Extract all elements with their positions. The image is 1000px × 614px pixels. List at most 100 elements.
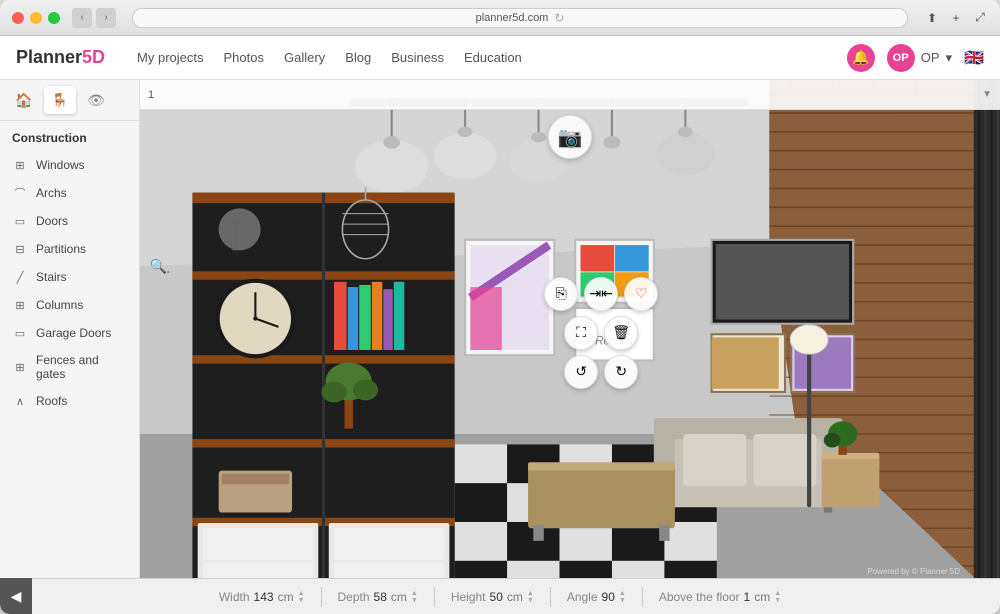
nav-business[interactable]: Business	[391, 50, 444, 65]
browser-nav: ‹ ›	[72, 8, 116, 28]
angle-down-icon[interactable]: ▼	[619, 597, 626, 604]
user-menu-button[interactable]: OP OP ▾	[887, 44, 952, 72]
nav-blog[interactable]: Blog	[345, 50, 371, 65]
divider-1	[321, 587, 322, 607]
sidebar-label-columns: Columns	[36, 298, 83, 312]
above-floor-down-icon[interactable]: ▼	[774, 597, 781, 604]
status-width: Width 143 cm ▲ ▼	[219, 590, 305, 604]
nav-my-projects[interactable]: My projects	[137, 50, 203, 65]
sidebar-item-stairs[interactable]: ╱ Stairs	[0, 263, 139, 291]
reset-button[interactable]: ↺	[564, 355, 598, 389]
width-spinners[interactable]: ▲ ▼	[298, 590, 305, 604]
sidebar-item-roofs[interactable]: ∧ Roofs	[0, 387, 139, 415]
sidebar-tab-home[interactable]: 🏠	[8, 86, 40, 114]
sidebar-item-columns[interactable]: ⊞ Columns	[0, 291, 139, 319]
height-value: 50	[490, 590, 503, 604]
language-flag[interactable]: 🇬🇧	[964, 48, 984, 68]
notification-icon[interactable]: 🔔	[847, 44, 875, 72]
user-chevron-icon: ▾	[946, 50, 953, 66]
forward-button[interactable]: ›	[96, 8, 116, 28]
logo-5d-text: 5D	[82, 47, 105, 68]
maximize-button[interactable]	[48, 12, 60, 24]
above-floor-up-icon[interactable]: ▲	[774, 590, 781, 597]
nav-links: My projects Photos Gallery Blog Business…	[137, 50, 847, 65]
fences-icon: ⊞	[12, 359, 28, 375]
sidebar-label-stairs: Stairs	[36, 270, 67, 284]
width-up-icon[interactable]: ▲	[298, 590, 305, 597]
depth-label: Depth	[338, 590, 370, 604]
delete-button[interactable]: 🗑	[604, 316, 638, 350]
sidebar-tabs: 🏠 🪑 👁	[0, 80, 139, 121]
sidebar-label-garage-doors: Garage Doors	[36, 326, 111, 340]
sidebar-label-doors: Doors	[36, 214, 68, 228]
divider-4	[642, 587, 643, 607]
angle-up-icon[interactable]: ▲	[619, 590, 626, 597]
height-spinners[interactable]: ▲ ▼	[527, 590, 534, 604]
share-icon[interactable]: ⬆	[924, 10, 940, 26]
camera-button[interactable]: 📷	[548, 115, 592, 159]
width-down-icon[interactable]: ▼	[298, 597, 305, 604]
sidebar-item-doors[interactable]: ▭ Doors	[0, 207, 139, 235]
sidebar-item-fences[interactable]: ⊞ Fences and gates	[0, 347, 139, 387]
user-initials-label: OP	[921, 50, 940, 65]
sidebar-label-fences: Fences and gates	[36, 353, 127, 381]
user-avatar: OP	[887, 44, 915, 72]
nav-photos[interactable]: Photos	[224, 50, 264, 65]
bookmark-icon[interactable]: +	[948, 10, 964, 26]
filter-icon[interactable]: ▼	[982, 89, 992, 100]
height-down-icon[interactable]: ▼	[527, 597, 534, 604]
extend-icon[interactable]: ⤢	[972, 10, 988, 26]
refresh-icon[interactable]: ↻	[554, 11, 564, 25]
sidebar-item-partitions[interactable]: ⊟ Partitions	[0, 235, 139, 263]
move-button[interactable]: ⛶	[564, 316, 598, 350]
sidebar-label-windows: Windows	[36, 158, 85, 172]
roofs-icon: ∧	[12, 393, 28, 409]
sidebar-item-archs[interactable]: ⌒ Archs	[0, 179, 139, 207]
garage-doors-icon: ▭	[12, 325, 28, 341]
height-up-icon[interactable]: ▲	[527, 590, 534, 597]
close-button[interactable]	[12, 12, 24, 24]
angle-label: Angle	[567, 590, 598, 604]
statusbar: Width 143 cm ▲ ▼ Depth 58 cm ▲ ▼ H	[0, 578, 1000, 614]
above-floor-spinners[interactable]: ▲ ▼	[774, 590, 781, 604]
partitions-icon: ⊟	[12, 241, 28, 257]
left-arrow-button[interactable]: ◀	[0, 578, 32, 614]
stairs-icon: ╱	[12, 269, 28, 285]
status-angle: Angle 90 ▲ ▼	[567, 590, 626, 604]
divider-2	[434, 587, 435, 607]
depth-up-icon[interactable]: ▲	[411, 590, 418, 597]
sidebar: 🏠 🪑 👁 Construction ⊞ Windows ⌒ Archs ▭ D…	[0, 80, 140, 578]
sidebar-item-windows[interactable]: ⊞ Windows	[0, 151, 139, 179]
scene-container: Renard	[140, 80, 1000, 578]
divider-3	[550, 587, 551, 607]
nav-gallery[interactable]: Gallery	[284, 50, 325, 65]
back-button[interactable]: ‹	[72, 8, 92, 28]
sidebar-label-archs: Archs	[36, 186, 67, 200]
angle-value: 90	[602, 590, 615, 604]
viewport-toolbar: 1 ▼	[140, 80, 1000, 110]
browser-toolbar: ⬆ + ⤢	[924, 10, 988, 26]
sidebar-label-roofs: Roofs	[36, 394, 67, 408]
sidebar-tab-view[interactable]: 👁	[80, 86, 112, 114]
flip-button[interactable]: ⇥⇤	[584, 277, 618, 311]
depth-unit: cm	[391, 590, 407, 604]
address-bar[interactable]: planner5d.com ↻	[132, 8, 908, 28]
viewport-3d[interactable]: Renard	[140, 80, 1000, 578]
depth-down-icon[interactable]: ▼	[411, 597, 418, 604]
sidebar-tab-furniture[interactable]: 🪑	[44, 86, 76, 114]
main-content: 🏠 🪑 👁 Construction ⊞ Windows ⌒ Archs ▭ D…	[0, 80, 1000, 578]
object-controls: ⎘ ⇥⇤ ♡ ⛶ 🗑 ↺ ↻	[544, 277, 658, 389]
minimize-button[interactable]	[30, 12, 42, 24]
status-above-floor: Above the floor 1 cm ▲ ▼	[659, 590, 781, 604]
copy-button[interactable]: ⎘	[544, 277, 578, 311]
nav-education[interactable]: Education	[464, 50, 522, 65]
sidebar-item-garage-doors[interactable]: ▭ Garage Doors	[0, 319, 139, 347]
depth-spinners[interactable]: ▲ ▼	[411, 590, 418, 604]
favorite-button[interactable]: ♡	[624, 277, 658, 311]
app-window: ‹ › planner5d.com ↻ ⬆ + ⤢ Planner 5D My …	[0, 0, 1000, 614]
angle-spinners[interactable]: ▲ ▼	[619, 590, 626, 604]
rotate-button[interactable]: ↻	[604, 355, 638, 389]
status-height: Height 50 cm ▲ ▼	[451, 590, 534, 604]
powered-by-text: Powered by © Planner 5D	[867, 567, 960, 576]
rp-zoom-out-icon[interactable]: 🔍-	[144, 252, 174, 280]
